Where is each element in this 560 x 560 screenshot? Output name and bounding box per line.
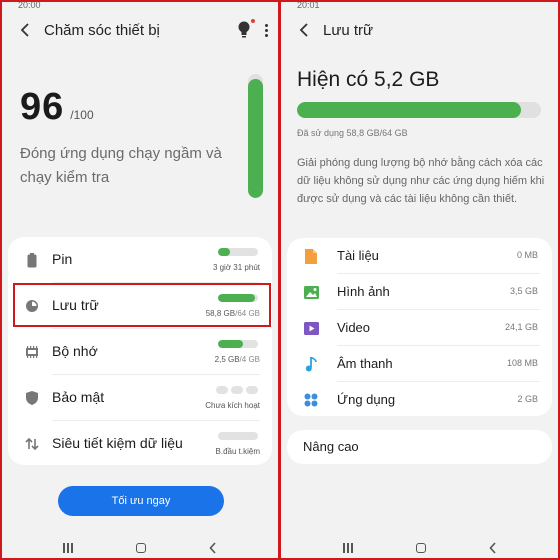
status-bar: 20:00 — [2, 2, 278, 12]
list-item-label: Âm thanh — [337, 356, 393, 371]
storage-category-list: Tài liệu 0 MB Hình ảnh 3,5 GB Video 24,1… — [287, 238, 552, 416]
app-bar: Chăm sóc thiết bị — [2, 12, 278, 48]
status-time: 20:01 — [297, 2, 320, 10]
navigation-bar — [2, 538, 278, 558]
score-level-fill — [248, 78, 263, 198]
list-item-documents[interactable]: Tài liệu 0 MB — [287, 238, 552, 274]
list-item-label: Bộ nhớ — [52, 343, 98, 359]
list-item-label: Video — [337, 320, 371, 335]
music-note-icon — [303, 356, 319, 372]
score-max: /100 — [70, 108, 94, 122]
video-icon — [303, 320, 319, 336]
memory-total-text: /4 GB — [239, 355, 260, 364]
lightbulb-icon[interactable] — [237, 19, 255, 39]
back-arrow-icon[interactable] — [14, 18, 38, 42]
home-icon[interactable] — [415, 543, 426, 553]
advanced-item[interactable]: Nâng cao — [287, 430, 552, 464]
list-item-images[interactable]: Hình ảnh 3,5 GB — [287, 274, 552, 310]
app-bar: Lưu trữ — [281, 12, 558, 48]
score-section: 96 /100 Đóng ứng dụng chạy ngầm và chạy … — [2, 48, 278, 230]
recent-apps-icon[interactable] — [63, 543, 74, 553]
available-space-title: Hiện có 5,2 GB — [297, 68, 440, 91]
battery-level-fill — [218, 248, 230, 256]
apps-icon — [303, 392, 319, 408]
highlight-frame — [13, 283, 271, 327]
memory-level-bar — [218, 340, 258, 348]
storage-description: Giải phóng dung lượng bộ nhớ bằng cách x… — [297, 157, 545, 205]
data-saver-icon — [24, 436, 40, 452]
list-item-size: 2 GB — [517, 394, 538, 404]
used-space-text: Đã sử dụng 58,8 GB/64 GB — [297, 128, 408, 138]
data-saver-value: B.đầu t.kiệm — [216, 447, 260, 456]
list-item-size: 0 MB — [516, 250, 538, 260]
image-icon — [303, 284, 319, 300]
storage-screen: 20:01 Lưu trữ Hiện có 5,2 GB Đã sử dụng … — [281, 2, 558, 558]
storage-usage-fill — [297, 102, 522, 118]
optimize-now-button[interactable]: Tối ưu ngay — [58, 486, 224, 516]
list-item-label: Hình ảnh — [337, 284, 390, 299]
status-time: 20:00 — [18, 2, 41, 10]
score-value: 96 — [20, 86, 65, 128]
more-options-icon[interactable] — [265, 23, 268, 37]
device-care-screen: 20:00 Chăm sóc thiết bị 96 /100 Đóng ứng… — [2, 2, 278, 558]
home-icon[interactable] — [135, 543, 146, 553]
memory-chip-icon — [24, 344, 40, 360]
list-item-label: Ứng dụng — [337, 392, 396, 407]
list-item-label: Siêu tiết kiệm dữ liệu — [52, 435, 183, 451]
security-status-text: Chưa kích hoạt — [205, 401, 260, 410]
list-item-data-saver[interactable]: Siêu tiết kiệm dữ liệu B.đầu t.kiệm — [8, 421, 272, 467]
security-value: Chưa kích hoạt — [205, 401, 260, 410]
list-item-size: 24,1 GB — [504, 322, 538, 332]
memory-level-fill — [218, 340, 243, 348]
list-item-memory[interactable]: Bộ nhớ 2,5 GB/4 GB — [8, 329, 272, 375]
document-icon — [303, 248, 319, 264]
list-item-label: Pin — [52, 251, 73, 267]
list-item-apps[interactable]: Ứng dụng 2 GB — [287, 382, 552, 418]
data-saver-status-text: B.đầu t.kiệm — [215, 447, 260, 456]
navigation-bar — [281, 538, 558, 558]
nav-back-icon[interactable] — [209, 542, 217, 554]
battery-time-text: 3 giờ 31 phút — [212, 263, 260, 272]
page-title: Chăm sóc thiết bị — [44, 21, 160, 39]
page-title: Lưu trữ — [323, 21, 374, 39]
device-care-list: Pin 3 giờ 31 phút Lưu trữ 58,8 GB/64 GB … — [8, 237, 272, 465]
list-item-battery[interactable]: Pin 3 giờ 31 phút — [8, 237, 272, 283]
memory-used-text: 2,5 GB — [214, 355, 240, 364]
storage-usage-bar — [297, 102, 541, 118]
notification-dot — [251, 19, 255, 23]
score-level-bar — [248, 74, 263, 198]
battery-icon — [24, 252, 40, 268]
security-status-indicator — [216, 386, 258, 394]
status-bar: 20:01 — [281, 2, 558, 12]
data-saver-level-bar — [218, 432, 258, 440]
score-description: Đóng ứng dụng chạy ngầm và chạy kiểm tra — [20, 145, 222, 186]
list-item-size: 108 MB — [506, 358, 538, 368]
list-item-videos[interactable]: Video 24,1 GB — [287, 310, 552, 346]
battery-level-bar — [218, 248, 258, 256]
battery-value: 3 giờ 31 phút — [213, 263, 260, 272]
recent-apps-icon[interactable] — [342, 543, 353, 553]
list-item-label: Bảo mật — [52, 389, 105, 405]
shield-icon — [24, 390, 40, 406]
memory-value: 2,5 GB/4 GB — [215, 355, 260, 364]
list-item-label: Tài liệu — [337, 248, 379, 263]
list-item-audio[interactable]: Âm thanh 108 MB — [287, 346, 552, 382]
list-item-security[interactable]: Bảo mật Chưa kích hoạt — [8, 375, 272, 421]
nav-back-icon[interactable] — [488, 542, 497, 554]
advanced-label: Nâng cao — [303, 439, 359, 454]
back-arrow-icon[interactable] — [293, 18, 317, 42]
list-item-size: 3,5 GB — [509, 286, 538, 296]
